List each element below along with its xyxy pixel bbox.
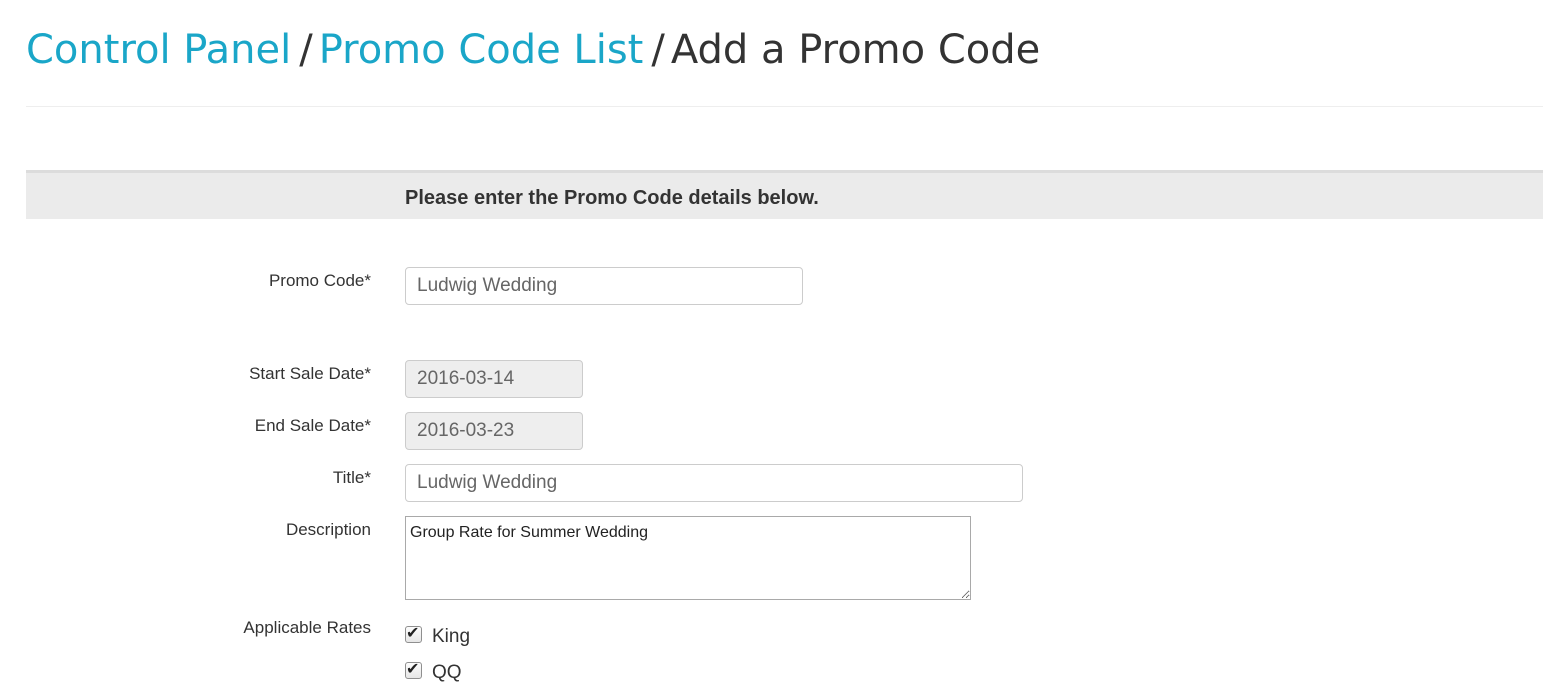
rate-king-checkbox[interactable]: ✔ xyxy=(405,622,422,643)
rate-option-qq[interactable]: ✔ QQ xyxy=(405,656,462,684)
divider xyxy=(26,106,1543,107)
promo-code-label: Promo Code* xyxy=(268,271,371,290)
start-sale-date-input[interactable] xyxy=(405,360,583,398)
breadcrumb-separator: / xyxy=(299,27,313,73)
description-textarea[interactable]: Group Rate for Summer Wedding xyxy=(405,516,971,600)
title-input[interactable] xyxy=(405,464,1023,502)
rate-qq-checkbox[interactable]: ✔ xyxy=(405,658,422,679)
rate-option-king[interactable]: ✔ King xyxy=(405,620,470,648)
end-sale-date-label: End Sale Date* xyxy=(254,416,371,435)
title-label: Title* xyxy=(332,468,371,487)
applicable-rates-label: Applicable Rates xyxy=(243,618,371,637)
form-heading: Please enter the Promo Code details belo… xyxy=(405,187,819,209)
breadcrumb: Control Panel / Promo Code List / Add a Prom… xyxy=(26,22,1040,78)
form-section-header: Please enter the Promo Code details belo… xyxy=(26,170,1543,219)
breadcrumb-control-panel-link[interactable]: Control Panel xyxy=(26,27,291,73)
check-icon: ✔ xyxy=(406,622,420,642)
breadcrumb-promo-code-list-link[interactable]: Promo Code List xyxy=(319,27,644,73)
promo-code-input[interactable] xyxy=(405,267,803,305)
end-sale-date-input[interactable] xyxy=(405,412,583,450)
breadcrumb-separator: / xyxy=(651,27,665,73)
description-label: Description xyxy=(285,520,371,539)
start-sale-date-label: Start Sale Date* xyxy=(249,364,371,383)
page: Control Panel / Promo Code List / Add a Prom… xyxy=(0,0,1543,691)
check-icon: ✔ xyxy=(406,658,420,678)
rate-qq-label: QQ xyxy=(432,662,462,683)
rate-king-label: King xyxy=(432,626,471,647)
page-title: Add a Promo Code xyxy=(670,27,1041,73)
